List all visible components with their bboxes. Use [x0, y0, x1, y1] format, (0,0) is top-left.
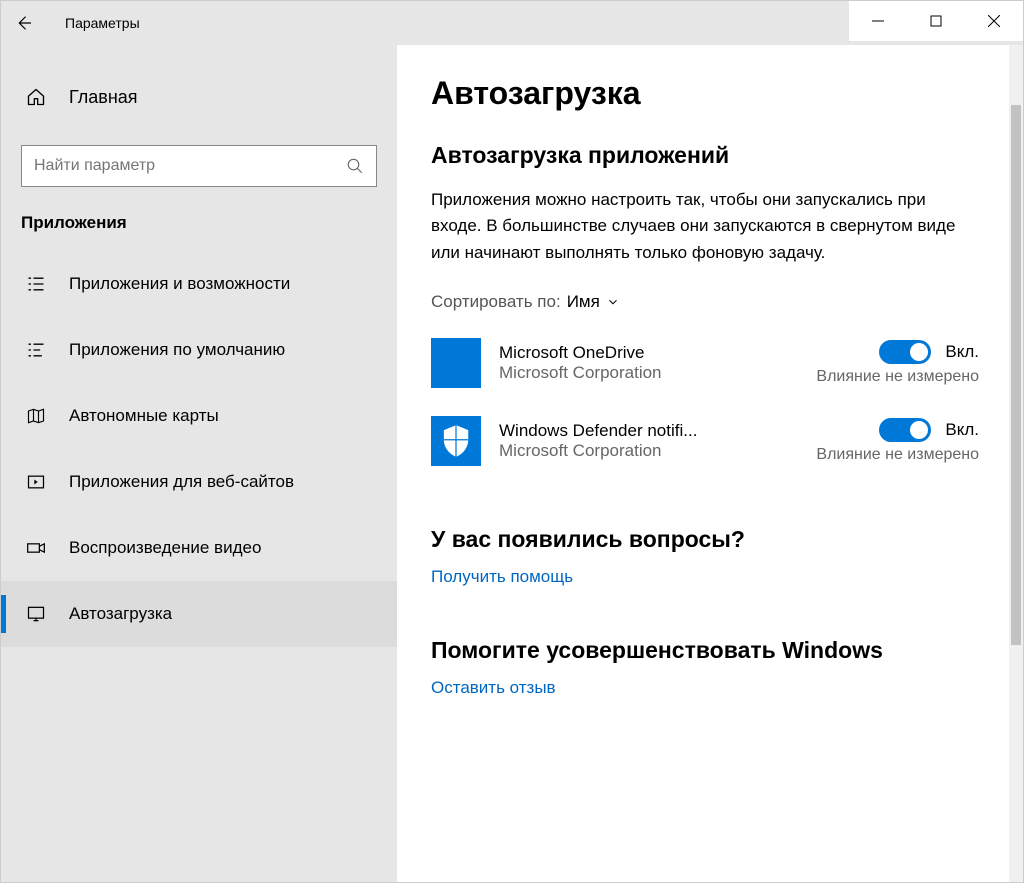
page-title: Автозагрузка: [431, 75, 979, 112]
titlebar: Параметры: [1, 1, 1023, 45]
app-info: Windows Defender notifi... Microsoft Cor…: [499, 421, 761, 461]
sidebar-item-label: Приложения для веб-сайтов: [69, 472, 294, 492]
section-description: Приложения можно настроить так, чтобы он…: [431, 187, 979, 266]
toggle-row: Вкл.: [879, 418, 979, 442]
search-input-container[interactable]: [21, 145, 377, 187]
startup-app-row: Microsoft OneDrive Microsoft Corporation…: [431, 338, 979, 388]
app-publisher: Microsoft Corporation: [499, 441, 761, 461]
sidebar-item-label: Автозагрузка: [69, 604, 172, 624]
window-title: Параметры: [65, 15, 140, 31]
feedback-section: Помогите усовершенствовать Windows Остав…: [431, 637, 979, 698]
startup-impact: Влияние не измерено: [816, 368, 979, 386]
sidebar-item-label: Приложения по умолчанию: [69, 340, 285, 360]
sidebar-item-label: Приложения и возможности: [69, 274, 290, 294]
app-info: Microsoft OneDrive Microsoft Corporation: [499, 343, 761, 383]
apps-for-websites-icon: [25, 472, 47, 492]
search-wrap: [1, 145, 397, 187]
maximize-button[interactable]: [907, 1, 965, 41]
toggle-state-label: Вкл.: [945, 420, 979, 440]
chevron-down-icon: [606, 295, 620, 309]
sort-value: Имя: [567, 292, 600, 312]
help-section: У вас появились вопросы? Получить помощь: [431, 526, 979, 587]
sidebar-item-default-apps[interactable]: Приложения по умолчанию: [1, 317, 397, 383]
maximize-icon: [930, 15, 942, 27]
sidebar-item-label: Автономные карты: [69, 406, 219, 426]
startup-toggle[interactable]: [879, 418, 931, 442]
minimize-icon: [872, 15, 884, 27]
apps-features-icon: [25, 274, 47, 294]
startup-icon: [25, 604, 47, 624]
app-name: Microsoft OneDrive: [499, 343, 761, 363]
app-right: Вкл. Влияние не измерено: [779, 418, 979, 464]
sidebar: Главная Приложения Приложения и возможно…: [1, 45, 397, 882]
startup-app-row: Windows Defender notifi... Microsoft Cor…: [431, 416, 979, 466]
get-help-link[interactable]: Получить помощь: [431, 567, 573, 586]
close-icon: [988, 15, 1000, 27]
sidebar-item-video-playback[interactable]: Воспроизведение видео: [1, 515, 397, 581]
startup-impact: Влияние не измерено: [816, 446, 979, 464]
sidebar-section-label: Приложения: [1, 213, 397, 233]
startup-app-list: Microsoft OneDrive Microsoft Corporation…: [431, 338, 979, 466]
content-area: Автозагрузка Автозагрузка приложений При…: [397, 45, 1023, 882]
sidebar-item-startup[interactable]: Автозагрузка: [1, 581, 397, 647]
section-heading: Автозагрузка приложений: [431, 142, 979, 169]
sort-dropdown[interactable]: Сортировать по: Имя: [431, 292, 979, 312]
sidebar-nav: Приложения и возможности Приложения по у…: [1, 251, 397, 647]
search-icon: [346, 157, 364, 175]
home-label: Главная: [69, 87, 138, 108]
minimize-button[interactable]: [849, 1, 907, 41]
feedback-heading: Помогите усовершенствовать Windows: [431, 637, 979, 664]
app-icon-onedrive: [431, 338, 481, 388]
window-body: Главная Приложения Приложения и возможно…: [1, 45, 1023, 882]
content: Автозагрузка Автозагрузка приложений При…: [397, 45, 1009, 882]
window-controls: [849, 1, 1023, 41]
give-feedback-link[interactable]: Оставить отзыв: [431, 678, 556, 697]
vertical-scrollbar[interactable]: [1009, 45, 1023, 882]
toggle-row: Вкл.: [879, 340, 979, 364]
close-button[interactable]: [965, 1, 1023, 41]
settings-window: Параметры Главная: [0, 0, 1024, 883]
sort-label: Сортировать по:: [431, 292, 561, 312]
sidebar-item-apps-for-websites[interactable]: Приложения для веб-сайтов: [1, 449, 397, 515]
app-icon-defender: [431, 416, 481, 466]
sidebar-item-offline-maps[interactable]: Автономные карты: [1, 383, 397, 449]
app-right: Вкл. Влияние не измерено: [779, 340, 979, 386]
scrollbar-thumb[interactable]: [1011, 105, 1021, 645]
app-name: Windows Defender notifi...: [499, 421, 761, 441]
default-apps-icon: [25, 340, 47, 360]
offline-maps-icon: [25, 406, 47, 426]
toggle-state-label: Вкл.: [945, 342, 979, 362]
arrow-left-icon: [14, 14, 32, 32]
app-publisher: Microsoft Corporation: [499, 363, 761, 383]
home-icon: [25, 87, 47, 107]
startup-toggle[interactable]: [879, 340, 931, 364]
shield-icon: [441, 424, 471, 458]
home-button[interactable]: Главная: [1, 75, 397, 119]
sidebar-item-apps-features[interactable]: Приложения и возможности: [1, 251, 397, 317]
sidebar-item-label: Воспроизведение видео: [69, 538, 261, 558]
back-button[interactable]: [1, 1, 45, 45]
help-heading: У вас появились вопросы?: [431, 526, 979, 553]
video-playback-icon: [25, 538, 47, 558]
search-input[interactable]: [34, 157, 346, 175]
